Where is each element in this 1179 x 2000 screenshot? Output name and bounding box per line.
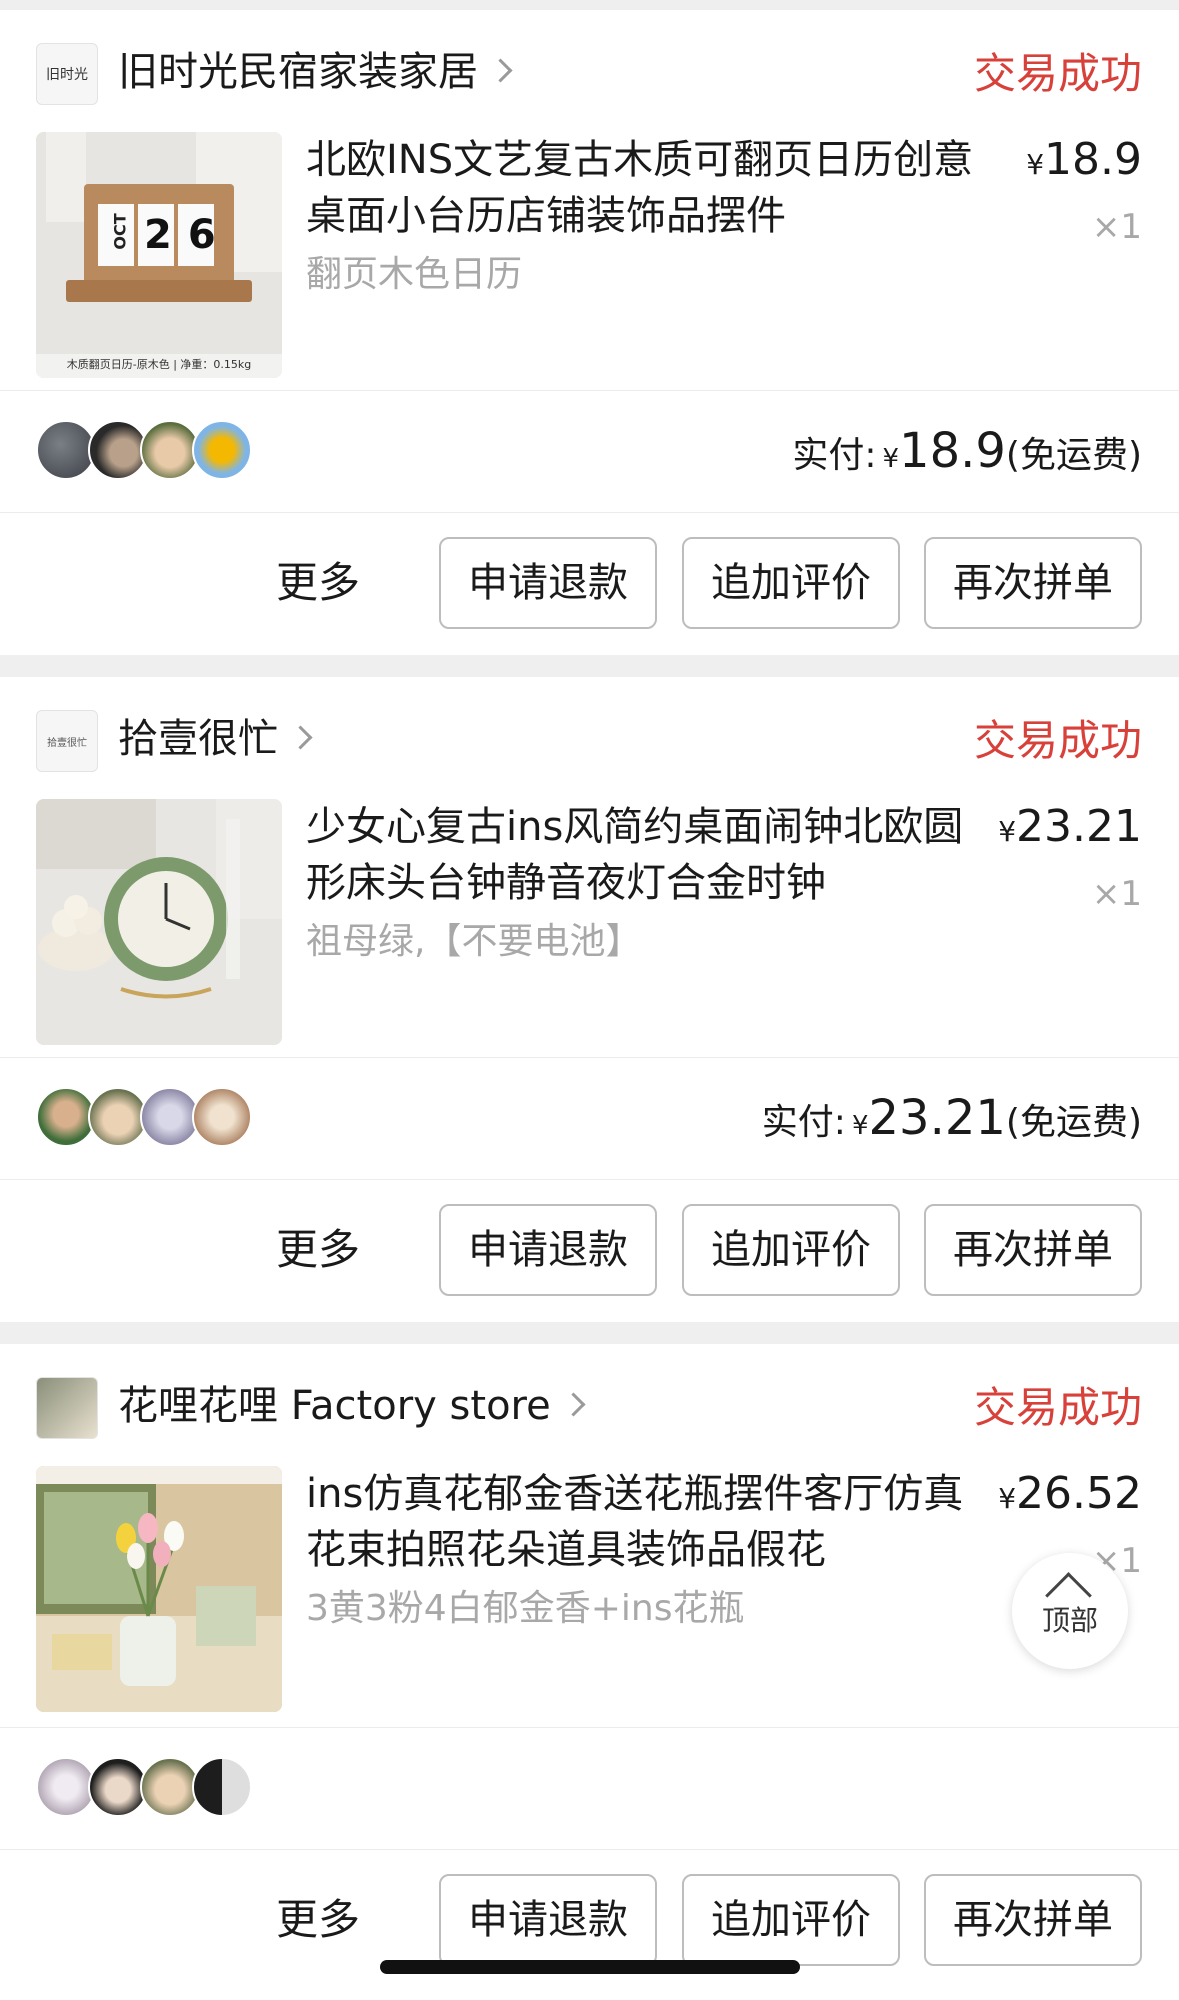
refund-button[interactable]: 申请退款 bbox=[439, 537, 657, 629]
regroup-button[interactable]: 再次拼单 bbox=[924, 1874, 1142, 1966]
chevron-right-icon bbox=[288, 724, 313, 750]
product-price: ¥23.21 bbox=[998, 799, 1142, 860]
tulip-image bbox=[36, 1466, 282, 1712]
shop-logo-text: 旧时光 bbox=[46, 67, 88, 83]
more-button[interactable]: 更多 bbox=[276, 537, 360, 629]
paid-label: 实付: bbox=[761, 1102, 846, 1143]
shipping-note: (免运费) bbox=[1005, 1102, 1142, 1143]
avatar bbox=[192, 1757, 252, 1817]
order-status: 交易成功 bbox=[973, 49, 1142, 98]
avatar bbox=[192, 420, 252, 480]
product-thumbnail[interactable] bbox=[36, 1466, 282, 1712]
avatar bbox=[88, 1087, 148, 1147]
order-actions: 更多 申请退款 追加评价 再次拼单 bbox=[0, 513, 1179, 653]
avatar bbox=[36, 1757, 96, 1817]
product-price: ¥26.52 bbox=[998, 1466, 1142, 1527]
price-value: 23.21 bbox=[1016, 801, 1142, 852]
regroup-button[interactable]: 再次拼单 bbox=[924, 537, 1142, 629]
back-to-top-button[interactable]: 顶部 bbox=[1012, 1553, 1128, 1669]
more-button[interactable]: 更多 bbox=[276, 1204, 360, 1296]
price-value: 26.52 bbox=[1016, 1468, 1142, 1519]
currency-symbol: ¥ bbox=[998, 1482, 1017, 1515]
shop-header[interactable]: 花哩花哩 Factory store 交易成功 bbox=[0, 1344, 1179, 1454]
shop-logo: 旧时光 bbox=[36, 43, 98, 105]
more-button[interactable]: 更多 bbox=[276, 1874, 360, 1966]
avatar bbox=[88, 420, 148, 480]
product-quantity: ×1 bbox=[1091, 207, 1142, 247]
avatar bbox=[140, 1757, 200, 1817]
shop-logo: 拾壹很忙 bbox=[36, 710, 98, 772]
paid-amount: 实付: ¥18.9(免运费) bbox=[792, 421, 1142, 489]
product-title[interactable]: 少女心复古ins风简约桌面闹钟北欧圆形床头台钟静音夜灯合金时钟 bbox=[306, 799, 986, 911]
home-indicator[interactable] bbox=[380, 1960, 800, 1974]
chevron-right-icon bbox=[561, 1391, 586, 1417]
chevron-right-icon bbox=[488, 57, 513, 83]
group-avatars[interactable] bbox=[36, 1087, 266, 1147]
order-card: 旧时光 旧时光民宿家装家居 交易成功 OCT 26 木质翻页日历-原木色 | 净… bbox=[0, 10, 1179, 655]
price-value: 18.9 bbox=[1044, 134, 1142, 185]
shop-name[interactable]: 拾壹很忙 bbox=[118, 713, 313, 765]
avatar bbox=[140, 420, 200, 480]
alarm-clock-image bbox=[36, 799, 282, 1045]
shop-name[interactable]: 旧时光民宿家装家居 bbox=[118, 46, 513, 98]
order-actions: 更多 申请退款 追加评价 再次拼单 bbox=[0, 1180, 1179, 1320]
product-thumbnail[interactable]: OCT 26 木质翻页日历-原木色 | 净重：0.15kg bbox=[36, 132, 282, 378]
currency-symbol: ¥ bbox=[1026, 148, 1045, 181]
thumbnail-month: OCT bbox=[110, 213, 130, 250]
paid-value: 23.21 bbox=[868, 1090, 1006, 1146]
group-avatars[interactable] bbox=[36, 420, 266, 480]
avatar bbox=[36, 1087, 96, 1147]
back-to-top-label: 顶部 bbox=[1041, 1604, 1098, 1637]
product-spec: 祖母绿,【不要电池】 bbox=[306, 921, 642, 962]
regroup-button[interactable]: 再次拼单 bbox=[924, 1204, 1142, 1296]
paid-label: 实付: bbox=[792, 435, 877, 476]
thumbnail-caption: 木质翻页日历-原木色 | 净重：0.15kg bbox=[66, 358, 252, 371]
order-card: 拾壹很忙 拾壹很忙 交易成功 少女心复古ins风简约桌面闹钟北欧圆形床头台钟静音… bbox=[0, 677, 1179, 1322]
group-buy-row: 实付: ¥18.9(免运费) bbox=[0, 391, 1179, 511]
currency-symbol: ¥ bbox=[998, 815, 1017, 848]
shop-logo-text: 拾壹很忙 bbox=[47, 737, 87, 749]
order-status: 交易成功 bbox=[973, 1383, 1142, 1432]
add-review-button[interactable]: 追加评价 bbox=[682, 537, 900, 629]
shop-logo bbox=[36, 1377, 98, 1439]
order-status: 交易成功 bbox=[973, 716, 1142, 765]
product-spec: 3黄3粉4白郁金香+ins花瓶 bbox=[306, 1588, 745, 1629]
shop-name-label: 花哩花哩 Factory store bbox=[118, 1383, 551, 1429]
product-price: ¥18.9 bbox=[1026, 132, 1142, 193]
group-avatars[interactable] bbox=[36, 1757, 266, 1817]
shop-header[interactable]: 拾壹很忙 拾壹很忙 交易成功 bbox=[0, 677, 1179, 787]
product-title[interactable]: 北欧INS文艺复古木质可翻页日历创意桌面小台历店铺装饰品摆件 bbox=[306, 132, 996, 244]
currency-symbol: ¥ bbox=[851, 1111, 869, 1141]
shop-header[interactable]: 旧时光 旧时光民宿家装家居 交易成功 bbox=[0, 10, 1179, 120]
avatar bbox=[192, 1087, 252, 1147]
paid-amount: 实付: ¥23.21(免运费) bbox=[762, 1088, 1142, 1156]
product-spec: 翻页木色日历 bbox=[306, 254, 523, 295]
add-review-button[interactable]: 追加评价 bbox=[682, 1204, 900, 1296]
thumbnail-day: 26 bbox=[144, 212, 232, 258]
refund-button[interactable]: 申请退款 bbox=[439, 1204, 657, 1296]
avatar bbox=[36, 420, 96, 480]
group-buy-row bbox=[0, 1728, 1179, 1848]
currency-symbol: ¥ bbox=[882, 444, 900, 474]
shop-name[interactable]: 花哩花哩 Factory store bbox=[118, 1380, 586, 1432]
avatar bbox=[88, 1757, 148, 1817]
order-card: 花哩花哩 Factory store 交易成功 ins仿真花郁金香送花瓶摆件客厅… bbox=[0, 1344, 1179, 2000]
refund-button[interactable]: 申请退款 bbox=[439, 1874, 657, 1966]
product-title[interactable]: ins仿真花郁金香送花瓶摆件客厅仿真花束拍照花朵道具装饰品假花 bbox=[306, 1466, 986, 1578]
product-quantity: ×1 bbox=[1091, 874, 1142, 914]
shop-name-label: 拾壹很忙 bbox=[118, 716, 278, 762]
shipping-note: (免运费) bbox=[1005, 435, 1142, 476]
paid-value: 18.9 bbox=[899, 423, 1006, 479]
shop-name-label: 旧时光民宿家装家居 bbox=[118, 49, 478, 95]
product-thumbnail[interactable] bbox=[36, 799, 282, 1045]
add-review-button[interactable]: 追加评价 bbox=[682, 1874, 900, 1966]
avatar bbox=[140, 1087, 200, 1147]
group-buy-row: 实付: ¥23.21(免运费) bbox=[0, 1058, 1179, 1178]
